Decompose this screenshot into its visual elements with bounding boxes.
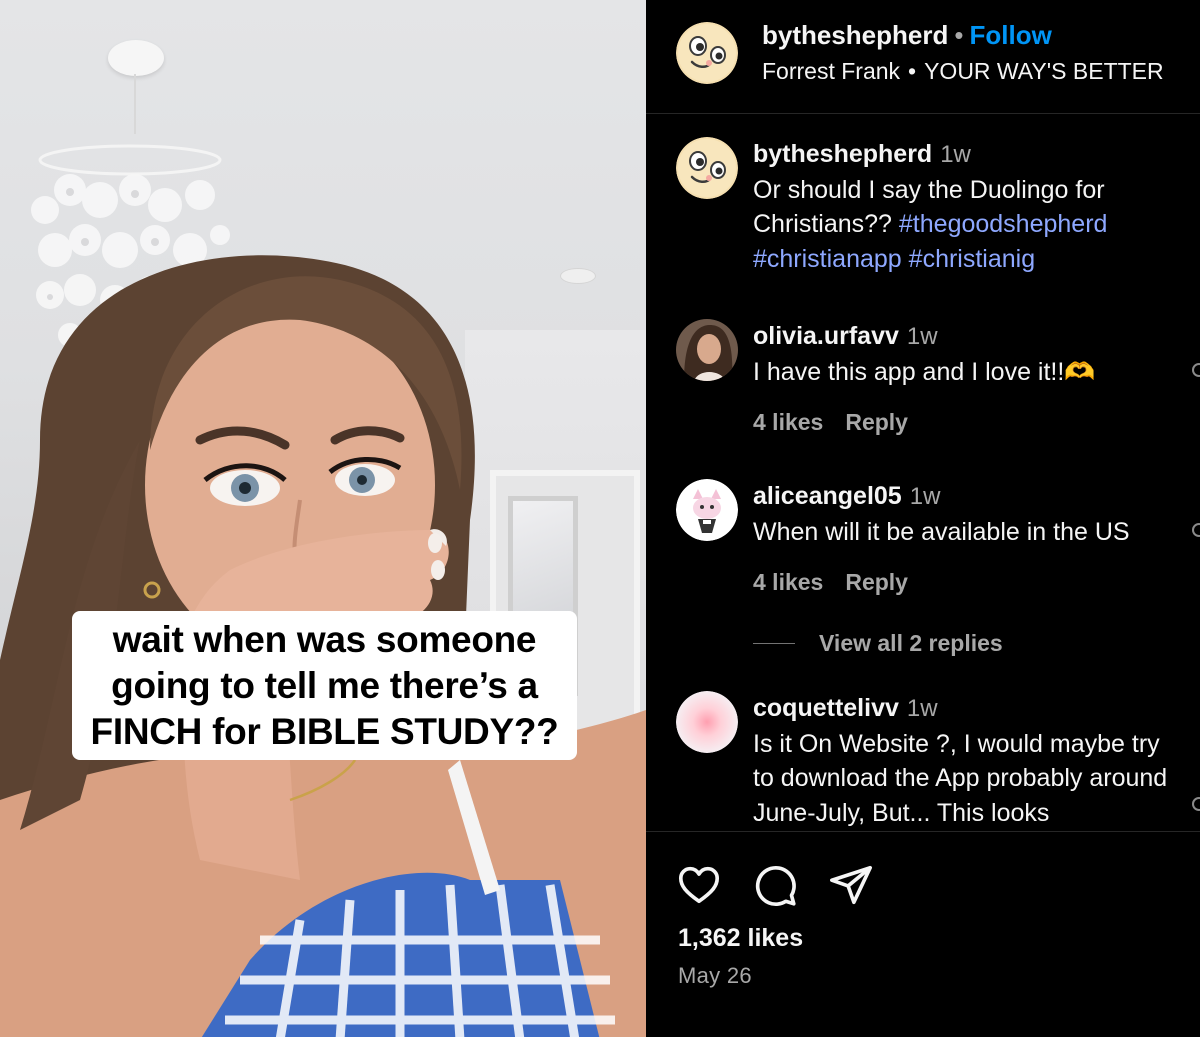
post-actions-bar: 1,362 likes May 26 (646, 831, 1200, 1037)
comment-body: olivia.urfavv 1w I have this app and I lo… (753, 319, 1183, 389)
comment-actions: 4 likes Reply (753, 569, 930, 596)
post-date: May 26 (678, 963, 752, 988)
heart-icon[interactable] (676, 862, 722, 908)
header-user-line: bytheshepherd • Follow (762, 20, 1052, 51)
cartoon-face-icon[interactable] (676, 22, 738, 84)
comment-likes[interactable]: 4 likes (753, 569, 823, 595)
ceiling-mount (108, 40, 164, 76)
audio-bullet: • (908, 58, 917, 84)
hashtag-link[interactable]: #christianapp (753, 245, 902, 273)
hashtag-link[interactable]: #thegoodshepherd (899, 210, 1108, 238)
post-header: bytheshepherd • Follow Forrest Frank • YOUR … (646, 0, 1200, 114)
video-caption-text: wait when was someone going to tell me t… (90, 618, 559, 752)
comment-username[interactable]: olivia.urfavv (753, 322, 899, 350)
comment-time: 1w (909, 483, 941, 510)
kitty-avatar-icon[interactable] (676, 479, 738, 541)
view-replies-label: View all 2 replies (819, 630, 1003, 656)
lamp-cord (134, 74, 136, 134)
comment-text: Is it On Website ?, I would maybe try to… (753, 729, 1168, 827)
audio-artist: Forrest Frank (762, 58, 901, 84)
comment-like-icon[interactable] (1192, 797, 1200, 811)
audio-track: YOUR WAY'S BETTER (924, 58, 1164, 84)
reply-button[interactable]: Reply (845, 569, 908, 595)
header-username[interactable]: bytheshepherd (762, 20, 948, 50)
comment-body: coquettelivv 1w Is it On Website ?, I wou… (753, 691, 1183, 830)
follow-button[interactable]: Follow (969, 20, 1051, 50)
post-panel: bytheshepherd • Follow Forrest Frank • YOUR … (646, 0, 1200, 1037)
comment-time: 1w (906, 695, 938, 722)
pink-glow-avatar[interactable] (676, 691, 738, 753)
comment-text: I have this app and I love it!!🫶 (753, 357, 1096, 386)
comment-like-icon[interactable] (1192, 363, 1200, 377)
header-separator: • (954, 20, 964, 50)
audio-info[interactable]: Forrest Frank • YOUR WAY'S BETTER (762, 58, 1164, 85)
action-icons (676, 862, 874, 908)
comment-username[interactable]: bytheshepherd (753, 140, 932, 168)
comments-list[interactable]: bytheshepherd 1w Or should I say the Duol… (646, 115, 1200, 831)
comment-time: 1w (940, 141, 971, 168)
hashtag-link[interactable]: #christianig (909, 245, 1035, 273)
profile-photo[interactable] (676, 319, 738, 381)
share-icon[interactable] (828, 862, 874, 908)
reply-button[interactable]: Reply (845, 409, 908, 435)
replies-divider (753, 643, 795, 644)
post-video[interactable]: wait when was someone going to tell me t… (0, 0, 646, 1037)
comment-time: 1w (906, 323, 938, 350)
comment-username[interactable]: coquettelivv (753, 694, 899, 722)
comment-text: When will it be available in the US (753, 517, 1130, 546)
comment-likes[interactable]: 4 likes (753, 409, 823, 435)
comment-icon[interactable] (752, 862, 798, 908)
comment-body: bytheshepherd 1w Or should I say the Duol… (753, 137, 1183, 276)
comment-actions: 4 likes Reply (753, 409, 930, 436)
comment-text: Or should I say the Duolingo for Christi… (753, 173, 1183, 277)
video-caption-box: wait when was someone going to tell me t… (72, 611, 577, 760)
view-replies-button[interactable]: View all 2 replies (753, 630, 1003, 657)
post-likes-count[interactable]: 1,362 likes (678, 924, 803, 953)
comment-like-icon[interactable] (1192, 523, 1200, 537)
comment-username[interactable]: aliceangel05 (753, 482, 902, 510)
cartoon-face-icon[interactable] (676, 137, 738, 199)
comment-body: aliceangel05 1w When will it be available… (753, 479, 1183, 549)
